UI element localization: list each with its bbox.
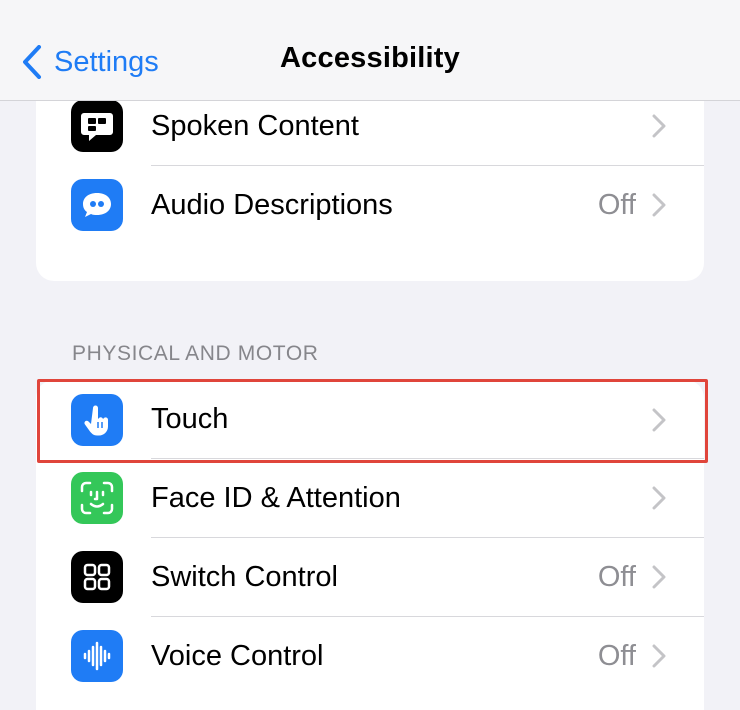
page-title: Accessibility — [280, 42, 460, 74]
chevron-right-icon — [652, 408, 666, 432]
row-label: Spoken Content — [151, 110, 359, 142]
navigation-bar: Settings Accessibility — [0, 0, 740, 101]
speech-bubble-text-icon — [71, 100, 123, 152]
chevron-right-icon — [652, 486, 666, 510]
list-item-audio-descriptions[interactable]: Audio Descriptions Off — [36, 166, 704, 245]
list-item-switch-control[interactable]: Switch Control Off — [36, 538, 704, 617]
row-value: Off — [597, 640, 636, 672]
row-value: Off — [597, 561, 636, 593]
grid-squares-icon — [71, 551, 123, 603]
chevron-right-icon — [652, 644, 666, 668]
row-label: Switch Control — [151, 561, 338, 593]
list-item-face-id-attention[interactable]: Face ID & Attention — [36, 459, 704, 538]
waveform-icon — [71, 630, 123, 682]
chevron-right-icon — [652, 114, 666, 138]
list-item-voice-control[interactable]: Voice Control Off — [36, 617, 704, 696]
row-label: Voice Control — [151, 640, 324, 672]
row-label: Audio Descriptions — [151, 189, 393, 221]
row-label: Face ID & Attention — [151, 482, 401, 514]
face-id-icon — [71, 472, 123, 524]
quote-bubble-icon — [71, 179, 123, 231]
row-label: Touch — [151, 403, 229, 435]
row-value: Off — [597, 189, 636, 221]
hand-pointer-icon — [71, 394, 123, 446]
chevron-right-icon — [652, 193, 666, 217]
settings-group-physical-motor: Touch Face ID & Attention Switch Control… — [36, 380, 704, 710]
list-item-touch[interactable]: Touch — [36, 380, 704, 459]
section-header-physical-motor: PHYSICAL AND MOTOR — [72, 342, 319, 365]
chevron-right-icon — [652, 565, 666, 589]
